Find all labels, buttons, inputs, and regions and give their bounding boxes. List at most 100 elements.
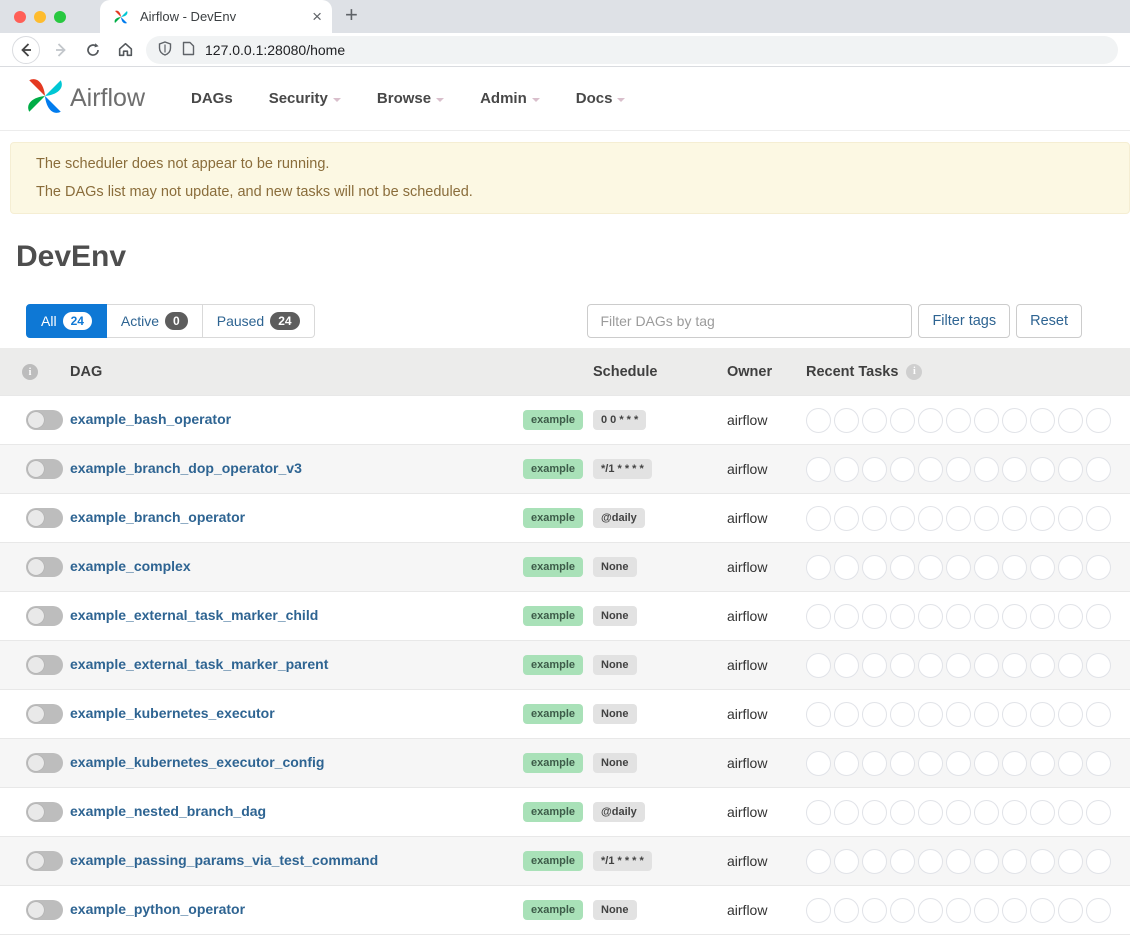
task-status-circle[interactable] [834, 800, 859, 825]
task-status-circle[interactable] [1030, 898, 1055, 923]
dag-link[interactable]: example_python_operator [70, 901, 245, 917]
task-status-circle[interactable] [946, 506, 971, 531]
task-status-circle[interactable] [1030, 702, 1055, 727]
task-status-circle[interactable] [1030, 555, 1055, 580]
task-status-circle[interactable] [918, 408, 943, 433]
task-status-circle[interactable] [1086, 751, 1111, 776]
task-status-circle[interactable] [974, 408, 999, 433]
pause-toggle[interactable] [26, 655, 63, 675]
shield-icon[interactable] [158, 41, 172, 59]
task-status-circle[interactable] [918, 702, 943, 727]
task-status-circle[interactable] [1002, 506, 1027, 531]
navbar-item-dags[interactable]: DAGs [191, 90, 233, 107]
task-status-circle[interactable] [1030, 653, 1055, 678]
task-status-circle[interactable] [862, 408, 887, 433]
task-status-circle[interactable] [1058, 408, 1083, 433]
reset-button[interactable]: Reset [1016, 304, 1082, 338]
task-status-circle[interactable] [918, 751, 943, 776]
task-status-circle[interactable] [974, 751, 999, 776]
task-status-circle[interactable] [946, 604, 971, 629]
pause-toggle[interactable] [26, 557, 63, 577]
task-status-circle[interactable] [1058, 702, 1083, 727]
task-status-circle[interactable] [946, 653, 971, 678]
task-status-circle[interactable] [1086, 604, 1111, 629]
task-status-circle[interactable] [1086, 800, 1111, 825]
task-status-circle[interactable] [890, 506, 915, 531]
close-tab-icon[interactable]: × [312, 8, 322, 25]
dag-link[interactable]: example_complex [70, 558, 191, 574]
task-status-circle[interactable] [946, 408, 971, 433]
task-status-circle[interactable] [974, 653, 999, 678]
dag-link[interactable]: example_passing_params_via_test_command [70, 852, 378, 868]
forward-button[interactable] [50, 39, 72, 61]
reload-button[interactable] [82, 39, 104, 61]
dag-link[interactable]: example_nested_branch_dag [70, 803, 266, 819]
task-status-circle[interactable] [974, 555, 999, 580]
task-status-circle[interactable] [1002, 898, 1027, 923]
task-status-circle[interactable] [862, 653, 887, 678]
home-button[interactable] [114, 39, 136, 61]
task-status-circle[interactable] [946, 800, 971, 825]
task-status-circle[interactable] [946, 702, 971, 727]
dag-link[interactable]: example_kubernetes_executor_config [70, 754, 324, 770]
task-status-circle[interactable] [918, 653, 943, 678]
task-status-circle[interactable] [974, 702, 999, 727]
task-status-circle[interactable] [1002, 800, 1027, 825]
task-status-circle[interactable] [806, 604, 831, 629]
task-status-circle[interactable] [1030, 751, 1055, 776]
task-status-circle[interactable] [918, 457, 943, 482]
address-bar[interactable]: 127.0.0.1:28080/home [146, 36, 1118, 64]
pause-toggle[interactable] [26, 508, 63, 528]
new-tab-button[interactable]: + [345, 2, 358, 28]
dag-link[interactable]: example_bash_operator [70, 411, 231, 427]
task-status-circle[interactable] [1058, 898, 1083, 923]
task-status-circle[interactable] [890, 555, 915, 580]
dag-tag[interactable]: example [523, 557, 583, 577]
task-status-circle[interactable] [834, 702, 859, 727]
task-status-circle[interactable] [1030, 849, 1055, 874]
task-status-circle[interactable] [1030, 604, 1055, 629]
info-icon[interactable]: i [22, 364, 38, 380]
dag-tag[interactable]: example [523, 753, 583, 773]
navbar-item-docs[interactable]: Docs [576, 90, 626, 107]
dag-link[interactable]: example_branch_operator [70, 509, 245, 525]
task-status-circle[interactable] [1030, 408, 1055, 433]
pause-toggle[interactable] [26, 459, 63, 479]
task-status-circle[interactable] [918, 555, 943, 580]
task-status-circle[interactable] [1002, 604, 1027, 629]
task-status-circle[interactable] [1002, 751, 1027, 776]
task-status-circle[interactable] [974, 800, 999, 825]
minimize-window-button[interactable] [34, 11, 46, 23]
task-status-circle[interactable] [946, 457, 971, 482]
task-status-circle[interactable] [890, 702, 915, 727]
task-status-circle[interactable] [974, 604, 999, 629]
task-status-circle[interactable] [806, 555, 831, 580]
task-status-circle[interactable] [1030, 457, 1055, 482]
task-status-circle[interactable] [918, 800, 943, 825]
schedule-badge[interactable]: None [593, 753, 637, 773]
task-status-circle[interactable] [1086, 506, 1111, 531]
task-status-circle[interactable] [862, 751, 887, 776]
task-status-circle[interactable] [806, 800, 831, 825]
task-status-circle[interactable] [946, 751, 971, 776]
task-status-circle[interactable] [1002, 653, 1027, 678]
pause-toggle[interactable] [26, 606, 63, 626]
dag-tag[interactable]: example [523, 704, 583, 724]
task-status-circle[interactable] [918, 506, 943, 531]
task-status-circle[interactable] [1002, 702, 1027, 727]
browser-tab[interactable]: Airflow - DevEnv × [100, 0, 332, 33]
task-status-circle[interactable] [862, 604, 887, 629]
task-status-circle[interactable] [834, 604, 859, 629]
task-status-circle[interactable] [1002, 555, 1027, 580]
task-status-circle[interactable] [1058, 506, 1083, 531]
schedule-badge[interactable]: None [593, 655, 637, 675]
task-status-circle[interactable] [946, 555, 971, 580]
airflow-brand[interactable]: Airflow [24, 75, 145, 122]
task-status-circle[interactable] [890, 898, 915, 923]
info-icon[interactable]: i [906, 364, 922, 380]
task-status-circle[interactable] [806, 506, 831, 531]
task-status-circle[interactable] [946, 898, 971, 923]
task-status-circle[interactable] [974, 457, 999, 482]
task-status-circle[interactable] [862, 506, 887, 531]
task-status-circle[interactable] [974, 898, 999, 923]
